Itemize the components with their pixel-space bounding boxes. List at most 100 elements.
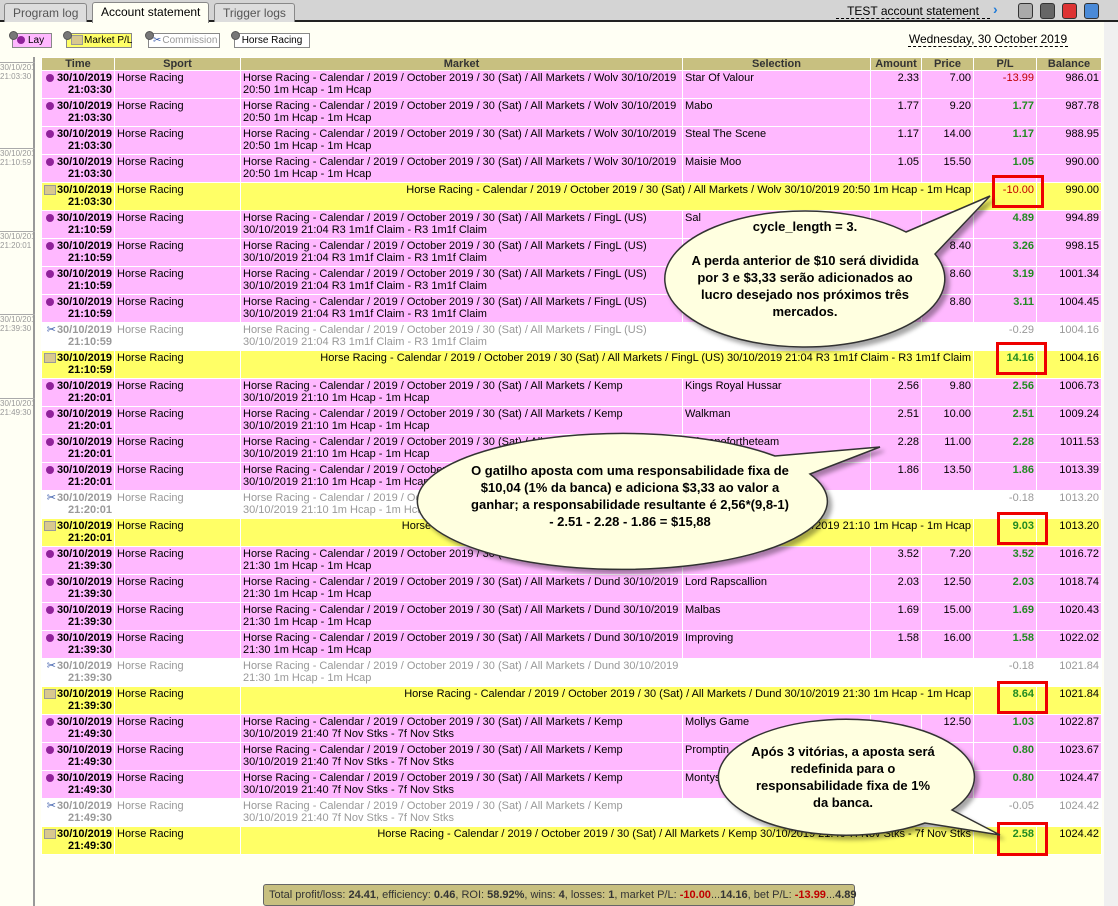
sport-cell: Horse Racing — [114, 630, 241, 659]
market-cell: Horse Racing - Calendar / 2019 / October… — [240, 602, 683, 631]
time: 21:20:01 — [67, 448, 112, 460]
pl-value: 2.03 — [1012, 576, 1034, 588]
table-row[interactable]: 30/10/2019 21:03:30 Horse Racing Horse Raci… — [41, 182, 1102, 211]
market-pl-icon — [44, 829, 56, 840]
date: 30/10/2019 — [56, 660, 112, 672]
refresh-icon[interactable] — [1018, 3, 1033, 19]
table-row[interactable]: 30/10/2019 21:10:59 Horse Racing Horse Raci… — [41, 210, 1102, 239]
column-header[interactable]: Price — [921, 57, 974, 71]
balance-cell: 990.00 — [1036, 154, 1102, 183]
time: 21:03:30 — [67, 112, 112, 124]
pl-cell: 2.28 — [973, 434, 1037, 463]
pl-value: 1.03 — [1012, 716, 1034, 728]
date: 30/10/2019 — [56, 128, 112, 140]
vertical-scrollbar[interactable] — [1104, 22, 1118, 906]
table-row[interactable]: 30/10/2019 21:39:30 Horse Racing Horse Raci… — [41, 546, 1102, 575]
market-cell: Horse Racing - Calendar / 2019 / October… — [240, 294, 683, 323]
filter-horse-racing[interactable]: Horse Racing — [231, 31, 310, 48]
tab-bar: Program log Account statement Trigger lo… — [0, 0, 1118, 23]
column-header[interactable]: Sport — [114, 57, 241, 71]
table-row[interactable]: ✂30/10/2019 21:39:30 Horse Racing Horse Rac… — [41, 658, 1102, 687]
table-row[interactable]: 30/10/2019 21:03:30 Horse Racing Horse Raci… — [41, 126, 1102, 155]
balance-cell: 994.89 — [1036, 210, 1102, 239]
selection-cell: Steal The Scene — [682, 126, 871, 155]
pl-value: 0.80 — [1012, 744, 1034, 756]
arrow-right-icon[interactable]: › — [993, 1, 998, 17]
lay-dot-icon — [45, 270, 54, 279]
timeline-marker: 30/10/201921:10:59 — [0, 148, 35, 167]
scissors-icon: ✂ — [46, 492, 56, 504]
table-row[interactable]: 30/10/2019 21:39:30 Horse Racing Horse Raci… — [41, 574, 1102, 603]
table-row[interactable]: 30/10/2019 21:10:59 Horse Racing Horse Raci… — [41, 238, 1102, 267]
table-row[interactable]: 30/10/2019 21:49:30 Horse Racing Horse Raci… — [41, 742, 1102, 771]
date-selector[interactable]: Wednesday, 30 October 2019 — [908, 32, 1068, 47]
column-header[interactable]: Market — [240, 57, 683, 71]
tab-account-statement[interactable]: Account statement — [92, 2, 210, 23]
lay-dot-icon — [45, 158, 54, 167]
check-icon — [63, 31, 72, 40]
filter-commission[interactable]: ✂Commission — [145, 31, 220, 48]
tab-program-log[interactable]: Program log — [4, 3, 88, 22]
pl-cell: 1.69 — [973, 602, 1037, 631]
pl-value: 1.77 — [1012, 100, 1034, 112]
filter-market-pl[interactable]: Market P/L — [63, 31, 132, 48]
amount-cell: 1.17 — [870, 126, 922, 155]
market-pl-icon — [44, 185, 56, 196]
time-cell: 30/10/2019 21:10:59 — [41, 238, 115, 267]
column-header[interactable]: Time — [41, 57, 115, 71]
statement-table: Time Sport Market Selection Amount Price P/L Ba… — [41, 57, 1102, 855]
table-row[interactable]: ✂30/10/2019 21:10:59 Horse Racing Horse Rac… — [41, 322, 1102, 351]
selection-cell: Kings Royal Hussar — [682, 378, 871, 407]
time: 21:20:01 — [67, 504, 112, 516]
table-row[interactable]: 30/10/2019 21:10:59 Horse Racing Horse Raci… — [41, 266, 1102, 295]
table-row[interactable]: 30/10/2019 21:20:01 Horse Racing Horse Raci… — [41, 434, 1102, 463]
lay-dot-icon — [45, 102, 54, 111]
table-row[interactable]: ✂30/10/2019 21:49:30 Horse Racing Horse Rac… — [41, 798, 1102, 827]
table-row[interactable]: 30/10/2019 21:20:01 Horse Racing Horse Raci… — [41, 406, 1102, 435]
balance-cell: 1022.02 — [1036, 630, 1102, 659]
market-cell: Horse Racing - Calendar / 2019 / October… — [240, 798, 683, 827]
price-cell: 12.50 — [921, 574, 974, 603]
highlight-box — [997, 822, 1048, 856]
balance-cell: 1004.45 — [1036, 294, 1102, 323]
time-cell: 30/10/2019 21:10:59 — [41, 210, 115, 239]
table-row[interactable]: 30/10/2019 21:10:59 Horse Racing Horse Raci… — [41, 350, 1102, 379]
table-row[interactable]: 30/10/2019 21:39:30 Horse Racing Horse Raci… — [41, 602, 1102, 631]
sport-cell: Horse Racing — [114, 546, 241, 575]
amount-cell — [870, 322, 922, 351]
market-cell: Horse Racing - Calendar / 2019 / October… — [240, 686, 974, 715]
time-cell: ✂30/10/2019 21:49:30 — [41, 798, 115, 827]
date: 30/10/2019 — [56, 156, 112, 168]
date: 30/10/2019 — [56, 380, 112, 392]
column-header[interactable]: Amount — [870, 57, 922, 71]
table-row[interactable]: 30/10/2019 21:20:01 Horse Racing Horse Raci… — [41, 378, 1102, 407]
amount-cell: 1.58 — [870, 630, 922, 659]
table-row[interactable]: 30/10/2019 21:03:30 Horse Racing Horse Raci… — [41, 98, 1102, 127]
column-header[interactable]: Selection — [682, 57, 871, 71]
table-row[interactable]: 30/10/2019 21:10:59 Horse Racing Horse Raci… — [41, 294, 1102, 323]
table-row[interactable]: 30/10/2019 21:49:30 Horse Racing Horse Raci… — [41, 714, 1102, 743]
column-header[interactable]: P/L — [973, 57, 1037, 71]
filter-lay[interactable]: Lay — [9, 31, 52, 48]
table-row[interactable]: 30/10/2019 21:03:30 Horse Racing Horse Raci… — [41, 70, 1102, 99]
table-row[interactable]: 30/10/2019 21:49:30 Horse Racing Horse Raci… — [41, 826, 1102, 855]
print-icon[interactable] — [1062, 3, 1077, 19]
amount-cell: 1.86 — [870, 462, 922, 491]
balance-cell: 1001.34 — [1036, 266, 1102, 295]
pl-cell: 4.89 — [973, 210, 1037, 239]
amount-cell: 1.05 — [870, 154, 922, 183]
table-row[interactable]: 30/10/2019 21:49:30 Horse Racing Horse Raci… — [41, 770, 1102, 799]
table-row[interactable]: 30/10/2019 21:39:30 Horse Racing Horse Raci… — [41, 686, 1102, 715]
table-row[interactable]: 30/10/2019 21:03:30 Horse Racing Horse Raci… — [41, 154, 1102, 183]
column-header[interactable]: Balance — [1036, 57, 1102, 71]
timeline-marker: 30/10/201921:39:30 — [0, 314, 35, 333]
lay-dot-icon — [17, 36, 25, 45]
download-icon[interactable] — [1084, 3, 1099, 19]
price-cell: 7.00 — [921, 70, 974, 99]
table-row[interactable]: 30/10/2019 21:39:30 Horse Racing Horse Raci… — [41, 630, 1102, 659]
tab-trigger-logs[interactable]: Trigger logs — [214, 3, 295, 22]
time-cell: 30/10/2019 21:49:30 — [41, 714, 115, 743]
price-cell: 15.50 — [921, 154, 974, 183]
save-icon[interactable] — [1040, 3, 1055, 19]
time-cell: ✂30/10/2019 21:20:01 — [41, 490, 115, 519]
